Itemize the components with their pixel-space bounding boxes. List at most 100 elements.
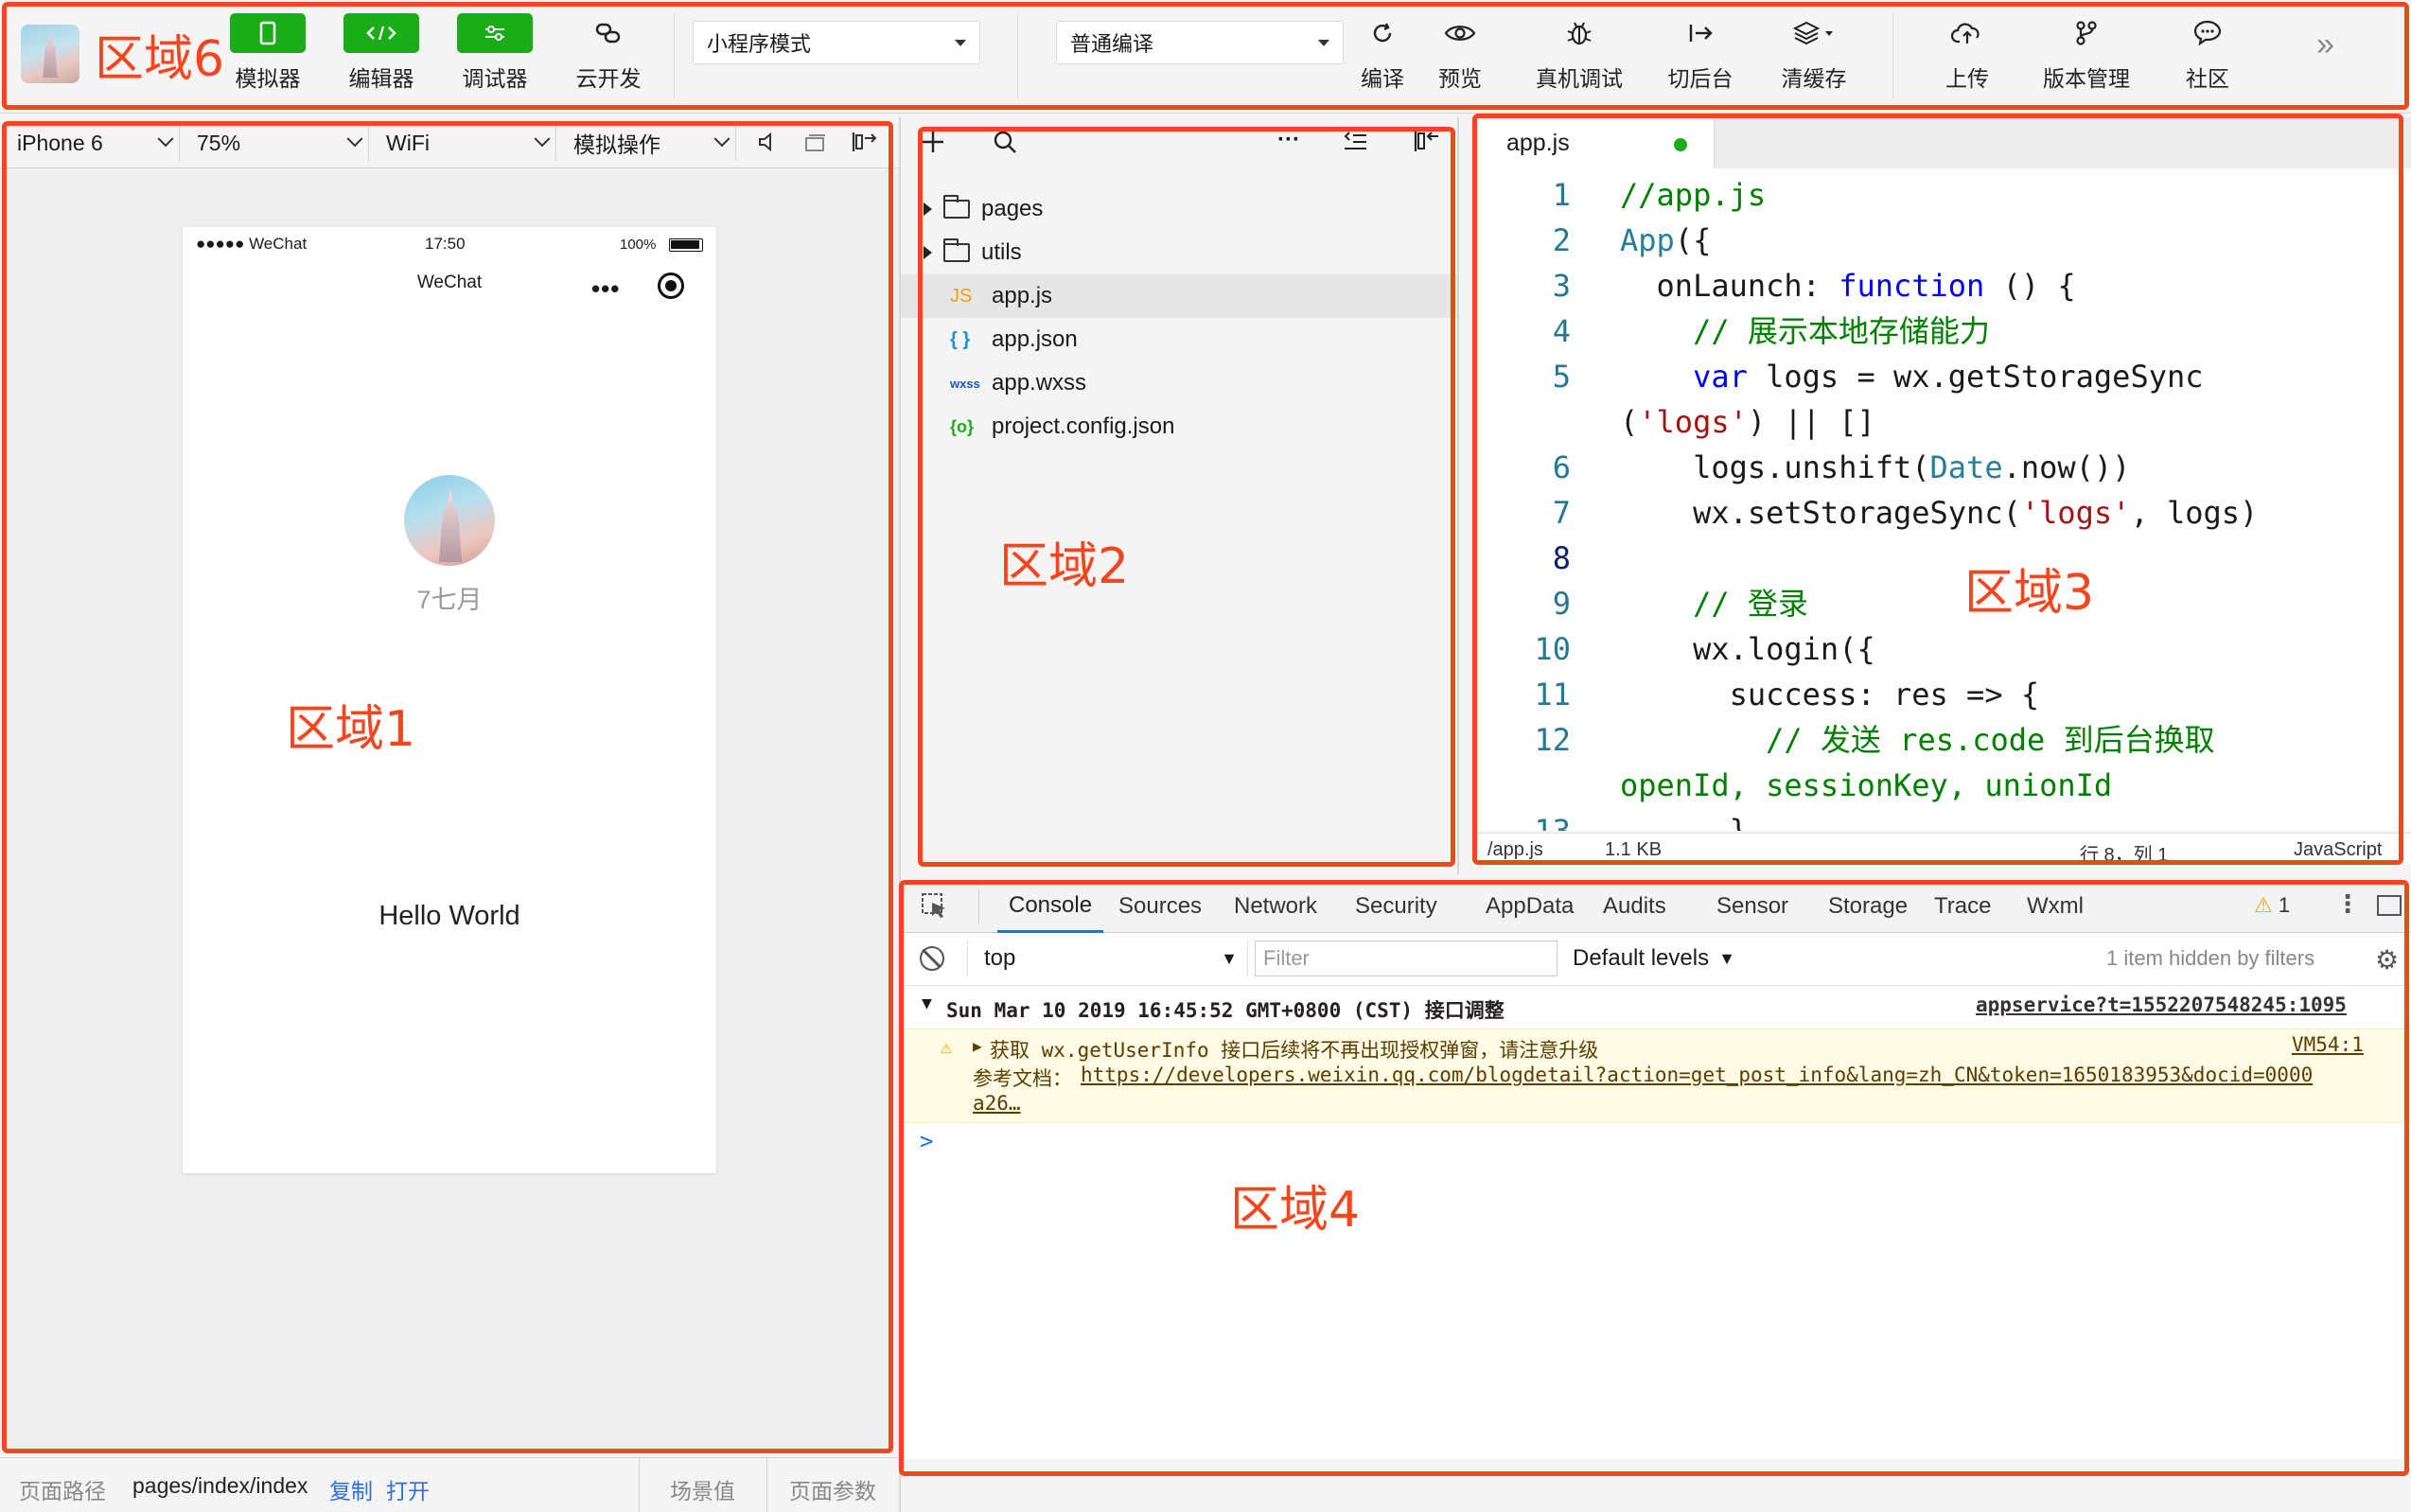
scene-value-button[interactable]: 场景值	[670, 1473, 735, 1505]
cloud-dev-button[interactable]: 云开发	[556, 13, 660, 104]
preview-label: 预览	[1438, 66, 1482, 91]
file-tree: pages utils JS app.js { } app.json wxss …	[901, 168, 1457, 869]
tab-sensor[interactable]: Sensor	[1705, 880, 1800, 933]
debugger-button[interactable]: 调试器	[443, 13, 547, 104]
device-select[interactable]: iPhone 6	[0, 125, 180, 161]
tab-trace[interactable]: Trace	[1923, 880, 2002, 933]
phone-screen[interactable]: ●●●●● WeChat 17:50 100% WeChat ••• 7七月 H…	[183, 227, 716, 1173]
device-select-value: iPhone 6	[17, 130, 103, 155]
warning-count: 1	[2278, 893, 2291, 917]
wxss-file-icon: wxss	[950, 376, 980, 391]
expand-arrow-icon[interactable]: ▶	[973, 1037, 982, 1055]
more-chevron-icon[interactable]: »	[2316, 26, 2334, 63]
open-path-link[interactable]: 打开	[386, 1473, 430, 1505]
tab-audits[interactable]: Audits	[1592, 880, 1678, 933]
tree-file-project-config[interactable]: {o} project.config.json	[901, 405, 1457, 448]
mode-select[interactable]: 小程序模式	[693, 21, 980, 64]
cloud-upload-icon	[1929, 13, 2005, 53]
tree-item-label: app.wxss	[992, 370, 1087, 396]
simulator-button[interactable]: 模拟器	[216, 13, 320, 104]
real-device-debug-button[interactable]: 真机调试	[1527, 13, 1631, 104]
log-levels-select[interactable]: Default levels ▼	[1573, 941, 1735, 976]
inspect-element-icon[interactable]	[920, 891, 948, 924]
zone2-label: 区域2	[999, 538, 1130, 595]
preview-button[interactable]: 预览	[1408, 13, 1512, 104]
status-size: 1.1 KB	[1605, 839, 1663, 860]
search-icon[interactable]	[992, 129, 1018, 160]
zone3-label: 区域3	[1964, 565, 2095, 622]
simulate-ops-select[interactable]: 模拟操作	[556, 125, 736, 161]
cloud-dev-label: 云开发	[575, 66, 642, 91]
compile-select[interactable]: 普通编译	[1056, 21, 1344, 64]
console-group-source[interactable]: appservice?t=1552207548245:1095	[1976, 993, 2347, 1016]
close-capsule-icon[interactable]	[658, 273, 684, 299]
json-file-icon: { }	[950, 328, 971, 350]
code-icon	[343, 13, 419, 53]
zoom-select[interactable]: 75%	[180, 125, 369, 161]
tree-folder-pages[interactable]: pages	[901, 187, 1457, 231]
collapse-all-icon[interactable]	[1342, 131, 1368, 158]
page-params-button[interactable]: 页面参数	[789, 1473, 876, 1505]
detach-icon[interactable]	[850, 131, 878, 158]
code-editor[interactable]: 1//app.js 2 App({ 3 onLaunch: function ()…	[1472, 168, 2411, 831]
dropdown-arrow-icon	[1318, 39, 1329, 46]
editor-button[interactable]: 编辑器	[329, 13, 433, 104]
doc-url-link-cont[interactable]: a26…	[973, 1092, 1021, 1115]
window-icon[interactable]	[802, 132, 827, 158]
add-file-icon[interactable]	[920, 129, 946, 160]
tab-network[interactable]: Network	[1223, 880, 1329, 933]
console-filter-bar: top ▼ Filter Default levels ▼ 1 item hidde…	[901, 933, 2411, 986]
copy-path-link[interactable]: 复制	[329, 1473, 373, 1505]
clear-console-icon[interactable]	[920, 946, 944, 971]
status-cursor[interactable]: 行 8，列 1	[2080, 839, 2168, 867]
console-filter-input[interactable]: Filter	[1255, 941, 1557, 976]
tab-storage[interactable]: Storage	[1817, 880, 1919, 933]
user-avatar-image[interactable]	[404, 475, 495, 566]
clear-cache-button[interactable]: 清缓存	[1762, 13, 1866, 104]
warning-counter[interactable]: ⚠ 1	[2254, 893, 2290, 918]
dock-icon[interactable]	[2377, 895, 2402, 916]
version-control-label: 版本管理	[2043, 66, 2130, 91]
group-expand-icon[interactable]: ▼	[922, 993, 932, 1013]
warning-source-link[interactable]: VM54:1	[2292, 1033, 2364, 1056]
tab-wxml[interactable]: Wxml	[2015, 880, 2095, 933]
console-output[interactable]: ▼ Sun Mar 10 2019 16:45:52 GMT+0800 (CST…	[901, 986, 2411, 1459]
background-button[interactable]: 切后台	[1648, 13, 1752, 104]
folder-icon	[942, 195, 970, 219]
console-settings-icon[interactable]: ⚙	[2375, 944, 2399, 976]
background-label: 切后台	[1667, 66, 1733, 91]
status-language[interactable]: JavaScript	[2294, 839, 2382, 861]
more-dots-icon[interactable]: •••	[591, 274, 620, 304]
caret-right-icon	[924, 246, 932, 259]
doc-url-link[interactable]: https://developers.weixin.qq.com/blogdet…	[1081, 1064, 2313, 1086]
context-select[interactable]: top ▼	[984, 941, 1238, 976]
chevron-down-icon	[346, 131, 363, 148]
tree-folder-utils[interactable]: utils	[901, 231, 1457, 274]
tree-file-app-js[interactable]: JS app.js	[901, 274, 1457, 318]
community-label: 社区	[2186, 66, 2229, 91]
caret-right-icon	[924, 202, 932, 216]
status-bar: ●●●●● WeChat 17:50 100%	[183, 235, 716, 259]
volume-icon[interactable]	[757, 131, 778, 158]
editor-tab-app-js[interactable]: app.js	[1472, 117, 1715, 168]
more-options-icon[interactable]: ···	[1277, 127, 1300, 153]
tree-file-app-wxss[interactable]: wxss app.wxss	[901, 361, 1457, 405]
upload-button[interactable]: 上传	[1915, 13, 2019, 104]
kebab-menu-icon[interactable]: ⋮	[2335, 889, 2360, 919]
network-select[interactable]: WiFi	[369, 125, 556, 161]
upload-label: 上传	[1945, 66, 1989, 91]
community-button[interactable]: 社区	[2156, 13, 2260, 104]
tree-item-label: pages	[981, 196, 1044, 221]
page-path-label: 页面路径	[19, 1479, 106, 1503]
toggle-panel-icon[interactable]	[1412, 129, 1440, 158]
tab-security[interactable]: Security	[1344, 880, 1449, 933]
version-control-button[interactable]: 版本管理	[2034, 13, 2138, 104]
console-prompt[interactable]: >	[920, 1128, 933, 1154]
user-avatar[interactable]	[21, 25, 79, 83]
tree-file-app-json[interactable]: { } app.json	[901, 318, 1457, 361]
console-group-title[interactable]: Sun Mar 10 2019 16:45:52 GMT+0800 (CST) …	[946, 995, 1505, 1024]
tab-console[interactable]: Console	[997, 880, 1104, 933]
tab-sources[interactable]: Sources	[1107, 880, 1213, 933]
tab-appdata[interactable]: AppData	[1474, 880, 1585, 933]
mode-select-value: 小程序模式	[707, 32, 812, 56]
